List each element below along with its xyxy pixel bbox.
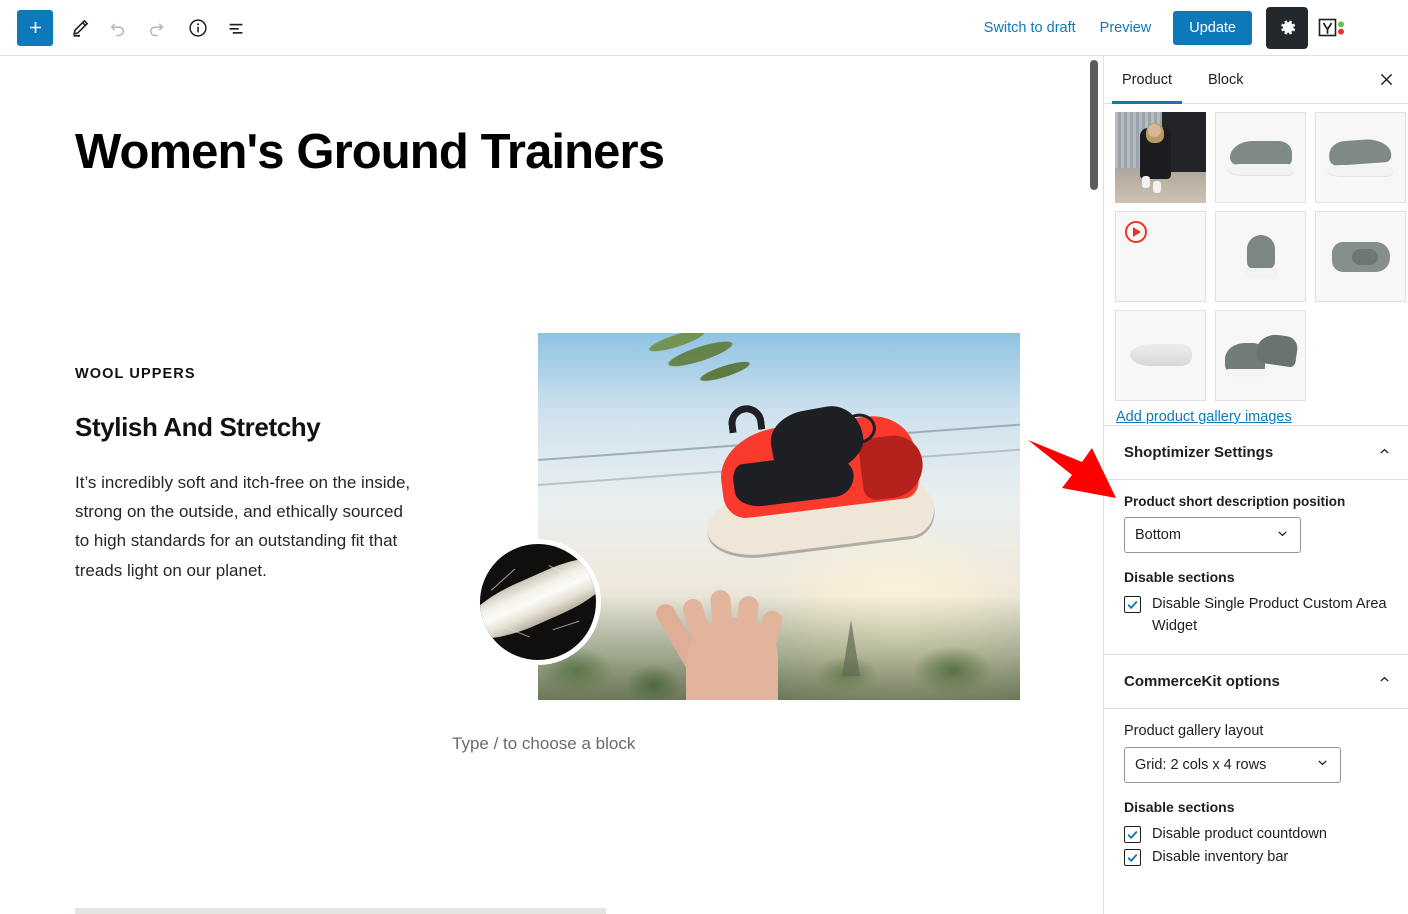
checkbox-label[interactable]: Disable Single Product Custom Area Widge… (1152, 594, 1388, 638)
gallery-thumbnail[interactable] (1215, 112, 1306, 203)
redo-arrow-icon (149, 22, 164, 36)
pencil-icon (73, 19, 89, 37)
editor-canvas[interactable]: Women's Ground Trainers WOOL UPPERS Styl… (0, 56, 1090, 914)
check-icon (1127, 854, 1138, 863)
toolbar-left-group (0, 9, 255, 47)
tab-product[interactable]: Product (1104, 56, 1190, 104)
details-info-button[interactable] (179, 9, 217, 47)
panel-commercekit-toggle[interactable]: CommerceKit options (1104, 655, 1408, 708)
checkbox-label[interactable]: Disable inventory bar (1152, 847, 1288, 869)
panel-title: CommerceKit options (1124, 672, 1280, 690)
gear-icon (1280, 20, 1295, 35)
play-circle-icon (1125, 221, 1147, 243)
checkbox-row: Disable inventory bar (1124, 847, 1388, 869)
disable-sections-label: Disable sections (1124, 569, 1235, 585)
panel-shoptimizer-body: Product short description position Botto… (1104, 479, 1408, 654)
sidebar-tabs: Product Block (1104, 56, 1408, 104)
gallery-thumbnail[interactable] (1215, 310, 1306, 401)
short-description-position-label: Product short description position (1124, 494, 1346, 509)
product-gallery-layout-label: Product gallery layout (1124, 722, 1264, 739)
check-icon (1127, 830, 1138, 839)
undo-arrow-icon (110, 22, 125, 36)
eyebrow-text[interactable]: WOOL UPPERS (75, 366, 420, 382)
gallery-thumbnail[interactable] (1215, 211, 1306, 302)
more-options-button[interactable] (1358, 9, 1394, 47)
tab-block[interactable]: Block (1190, 56, 1261, 103)
redo-button[interactable] (137, 9, 175, 47)
gallery-thumbnail[interactable] (1315, 211, 1406, 302)
gallery-thumbnail[interactable] (1315, 112, 1406, 203)
checkbox-label[interactable]: Disable product countdown (1152, 824, 1327, 846)
page-title[interactable]: Women's Ground Trainers (75, 125, 665, 180)
list-view-button[interactable] (217, 9, 255, 47)
select-value: Bottom (1135, 527, 1181, 543)
panel-commercekit-body: Product gallery layout Grid: 2 cols x 4 … (1104, 707, 1408, 886)
add-product-gallery-images-link[interactable]: Add product gallery images (1116, 409, 1408, 425)
chevron-down-icon (1315, 755, 1330, 774)
toolbar-right-group: Switch to draft Preview Update (972, 6, 1408, 49)
settings-sidebar: Product Block Add product gallery images… (1103, 56, 1408, 914)
plus-icon (29, 21, 41, 34)
panel-shoptimizer-toggle[interactable]: Shoptimizer Settings (1104, 426, 1408, 479)
disable-custom-area-widget-checkbox[interactable] (1124, 596, 1141, 613)
panel-commercekit-options: CommerceKit options Product gallery layo… (1104, 653, 1408, 886)
product-gallery-grid (1104, 104, 1408, 401)
sneaker-illustration (688, 379, 948, 582)
info-circle-icon (189, 18, 207, 37)
placeholder-block[interactable] (75, 908, 606, 914)
close-sidebar-button[interactable] (1364, 56, 1408, 103)
gallery-thumbnail[interactable] (1115, 112, 1206, 203)
gallery-thumbnail[interactable] (1115, 310, 1206, 401)
switch-to-draft-button[interactable]: Switch to draft (972, 12, 1088, 44)
canvas-scrollbar[interactable] (1090, 60, 1098, 190)
short-description-position-select[interactable]: Bottom (1124, 517, 1301, 553)
update-button[interactable]: Update (1173, 10, 1252, 45)
tools-pencil-button[interactable] (61, 9, 99, 47)
hero-product-image[interactable] (538, 333, 1020, 700)
hand-illustration (652, 580, 808, 700)
checkbox-row: Disable product countdown (1124, 824, 1388, 846)
panel-title: Shoptimizer Settings (1124, 444, 1274, 461)
gallery-thumbnail-video[interactable] (1115, 211, 1206, 302)
product-gallery-layout-select[interactable]: Grid: 2 cols x 4 rows (1124, 746, 1341, 783)
chevron-down-icon (1275, 526, 1290, 545)
disable-product-countdown-checkbox[interactable] (1124, 825, 1141, 843)
section-heading[interactable]: Stylish And Stretchy (75, 412, 420, 443)
body-paragraph[interactable]: It’s incredibly soft and itch-free on th… (75, 468, 420, 585)
text-column: WOOL UPPERS Stylish And Stretchy It’s in… (75, 366, 420, 585)
top-toolbar: Switch to draft Preview Update (0, 0, 1408, 56)
checkbox-row: Disable Single Product Custom Area Widge… (1124, 594, 1388, 638)
add-block-button[interactable] (17, 9, 53, 46)
empty-block-prompt[interactable]: Type / to choose a block (452, 734, 635, 754)
wool-fiber (480, 548, 596, 652)
list-view-icon (229, 23, 243, 34)
check-icon (1127, 600, 1138, 610)
panel-shoptimizer-settings: Shoptimizer Settings Product short descr… (1104, 425, 1408, 654)
disable-sections-label: Disable sections (1124, 798, 1235, 815)
undo-button[interactable] (99, 9, 137, 47)
preview-button[interactable]: Preview (1088, 12, 1164, 44)
tower-spire (841, 620, 860, 676)
chevron-up-icon (1377, 672, 1392, 690)
settings-button[interactable] (1266, 6, 1308, 49)
yoast-seo-button[interactable] (1314, 9, 1352, 47)
close-icon (1380, 73, 1392, 86)
yoast-logo-icon (1318, 18, 1344, 36)
disable-inventory-bar-checkbox[interactable] (1124, 849, 1141, 867)
select-value: Grid: 2 cols x 4 rows (1135, 756, 1267, 773)
wool-closeup-inset[interactable] (475, 539, 601, 665)
editor-window: Switch to draft Preview Update Women's G… (0, 0, 1408, 914)
chevron-up-icon (1377, 444, 1392, 462)
